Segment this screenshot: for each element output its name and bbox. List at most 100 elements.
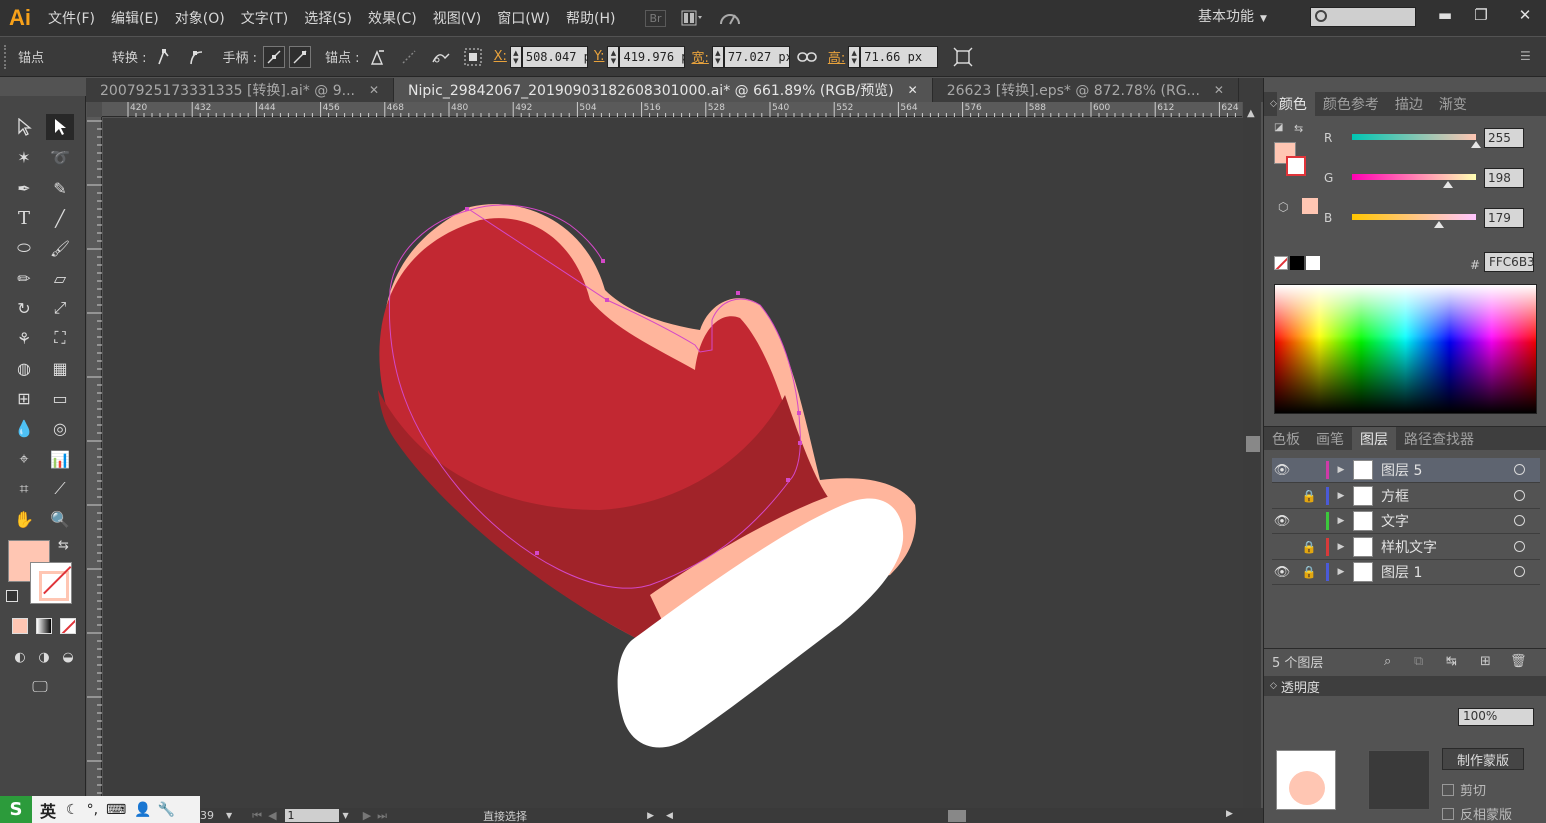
stroke-swatch[interactable]: [30, 562, 72, 604]
color-stroke-swatch[interactable]: [1286, 156, 1306, 176]
close-icon[interactable]: ✕: [908, 83, 918, 97]
target-icon[interactable]: [1514, 540, 1525, 552]
invert-mask-checkbox-row[interactable]: 反相蒙版: [1442, 804, 1512, 823]
menu-edit[interactable]: 编辑(E): [103, 0, 167, 36]
bridge-button[interactable]: Br: [645, 9, 666, 27]
new-sublayer-icon[interactable]: ↹: [1446, 654, 1457, 669]
page-input[interactable]: 1: [284, 809, 339, 822]
keyboard-icon[interactable]: ⌨: [106, 802, 126, 818]
horizontal-ruler[interactable]: 420 432 444 456 468 480 492 504 516 528 540 552 564 5…: [102, 102, 1242, 117]
perspective-grid-tool[interactable]: ▦: [46, 355, 74, 381]
tab-brushes[interactable]: 画笔: [1308, 427, 1352, 451]
page-dropdown-icon[interactable]: ▼: [343, 811, 349, 820]
visibility-eye-icon[interactable]: 👁: [1272, 463, 1292, 478]
lock-icon[interactable]: 🔒: [1300, 540, 1318, 554]
target-icon[interactable]: [1514, 489, 1525, 501]
red-track[interactable]: [1352, 134, 1476, 140]
target-icon[interactable]: [1514, 566, 1525, 577]
isolate-object-icon[interactable]: [462, 46, 484, 68]
blue-value-input[interactable]: 179: [1484, 208, 1524, 228]
y-input[interactable]: 419.976 p: [619, 45, 686, 68]
scale-tool[interactable]: ⤢: [46, 295, 74, 321]
menu-type[interactable]: 文字(T): [233, 0, 296, 36]
magic-wand-tool[interactable]: ✶: [10, 144, 38, 170]
blue-slider[interactable]: B 179: [1324, 208, 1530, 228]
layer-name[interactable]: 文字: [1381, 511, 1409, 531]
red-thumb[interactable]: [1471, 141, 1481, 148]
artboard-tool[interactable]: ⌗: [10, 476, 38, 502]
shape-builder-tool[interactable]: ◍: [10, 355, 38, 381]
pen-tool[interactable]: ✒: [10, 175, 38, 201]
tab-stroke[interactable]: 描边: [1387, 92, 1431, 116]
green-track[interactable]: [1352, 174, 1476, 180]
paintbrush-tool[interactable]: 🖌: [46, 235, 74, 261]
free-transform-tool[interactable]: ⛶: [46, 325, 74, 351]
layer-name[interactable]: 图层 5: [1381, 460, 1422, 480]
height-stepper[interactable]: ▲ ▼: [848, 45, 861, 68]
tab-pathfinder[interactable]: 路径查找器: [1396, 427, 1482, 451]
swap-fill-stroke-icon[interactable]: ⇆: [58, 538, 69, 553]
hex-input[interactable]: FFC6B3: [1484, 252, 1535, 272]
panel-menu-icon[interactable]: ☰: [1520, 49, 1531, 63]
close-icon[interactable]: ✕: [1214, 83, 1224, 97]
tab-document-2[interactable]: Nipic_29842067_20190903182608301000.ai* …: [394, 78, 933, 102]
layer-name[interactable]: 样机文字: [1381, 537, 1437, 557]
default-colors-icon[interactable]: [6, 590, 18, 602]
make-clipping-mask-icon[interactable]: ⧉: [1414, 654, 1423, 669]
direct-selection-tool[interactable]: [46, 114, 74, 140]
red-value-input[interactable]: 255: [1484, 128, 1524, 148]
h-scroll-thumb[interactable]: [948, 810, 966, 822]
blue-thumb[interactable]: [1434, 221, 1445, 228]
hide-handles-button[interactable]: [289, 45, 312, 68]
tab-gradient[interactable]: 渐变: [1431, 92, 1475, 116]
close-button[interactable]: ✕: [1510, 2, 1540, 28]
gpu-performance-icon[interactable]: [718, 8, 742, 28]
zoom-dropdown-icon[interactable]: ▼: [226, 811, 232, 820]
make-mask-button[interactable]: 制作蒙版: [1442, 748, 1524, 770]
expand-arrow-icon[interactable]: ▶: [1333, 567, 1349, 577]
restore-button[interactable]: ❐: [1466, 2, 1496, 28]
new-layer-icon[interactable]: ⊞: [1480, 654, 1491, 669]
clip-checkbox[interactable]: [1442, 783, 1454, 796]
height-input[interactable]: 71.66 px: [860, 45, 939, 68]
white-color-swatch[interactable]: [1306, 256, 1320, 270]
expand-arrow-icon[interactable]: ▶: [1333, 491, 1349, 501]
menu-window[interactable]: 窗口(W): [489, 0, 558, 36]
ime-language-label[interactable]: 英: [40, 798, 56, 822]
layer-name[interactable]: 图层 1: [1381, 562, 1422, 582]
color-spectrum[interactable]: [1274, 284, 1537, 414]
cut-path-icon[interactable]: [430, 46, 452, 68]
rotate-tool[interactable]: ↻: [10, 295, 38, 321]
ellipse-tool[interactable]: ⬭: [10, 235, 38, 261]
curvature-tool[interactable]: ✎: [46, 175, 74, 201]
next-page-icon[interactable]: ▶: [363, 809, 371, 822]
green-value-input[interactable]: 198: [1484, 168, 1524, 188]
wrench-icon[interactable]: 🔧: [158, 802, 175, 818]
locate-object-icon[interactable]: ⌕: [1384, 654, 1391, 669]
first-page-icon[interactable]: ⏮: [252, 809, 262, 823]
tab-color[interactable]: 颜色: [1276, 92, 1315, 116]
width-input[interactable]: 77.027 px: [723, 45, 790, 68]
layer-row[interactable]: 🔒 ▶ 样机文字: [1272, 535, 1540, 560]
expand-arrow-icon[interactable]: ▶: [1333, 465, 1349, 475]
tab-document-3[interactable]: 26623 [转换].eps* @ 872.78% (RG... ✕: [933, 78, 1239, 102]
eyedropper-tool[interactable]: 💧: [10, 415, 38, 441]
convert-to-smooth-icon[interactable]: [185, 46, 207, 68]
punctuation-icon[interactable]: °,: [87, 802, 98, 818]
web-safe-color-swatch[interactable]: [1302, 198, 1318, 214]
status-menu-icon[interactable]: ▶: [647, 811, 654, 821]
invert-mask-checkbox[interactable]: [1442, 807, 1454, 820]
last-page-icon[interactable]: ⏭: [377, 809, 387, 823]
vertical-scrollbar[interactable]: ▲: [1243, 102, 1261, 808]
column-graph-tool[interactable]: 📊: [46, 446, 74, 472]
x-input[interactable]: 508.047 p: [521, 45, 588, 68]
minimize-button[interactable]: ▬: [1430, 2, 1460, 28]
menu-select[interactable]: 选择(S): [296, 0, 360, 36]
moon-icon[interactable]: ☾: [66, 802, 79, 818]
menu-effect[interactable]: 效果(C): [360, 0, 425, 36]
zoom-tool[interactable]: 🔍: [46, 506, 74, 532]
width-tool[interactable]: ⚘: [10, 325, 38, 351]
layer-row[interactable]: 👁 ▶ 文字: [1272, 509, 1540, 534]
layer-row[interactable]: 👁 ▶ 图层 5: [1272, 458, 1540, 483]
menu-view[interactable]: 视图(V): [425, 0, 490, 36]
